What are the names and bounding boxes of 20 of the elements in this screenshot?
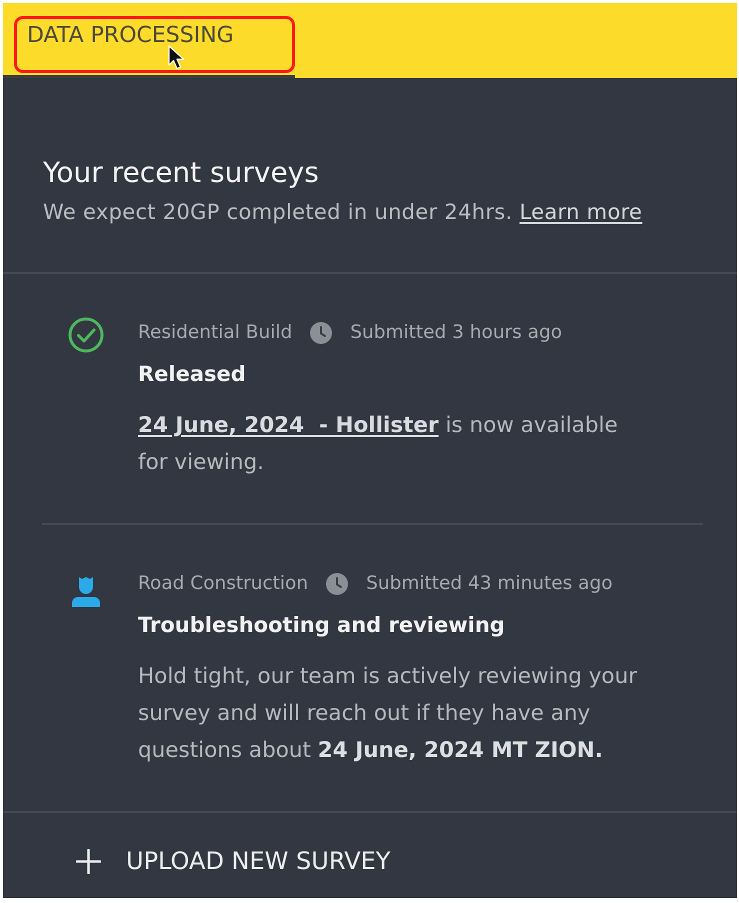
person-icon: [71, 577, 101, 607]
plus-icon: [76, 848, 101, 874]
clock-icon: [326, 573, 348, 595]
submitted-time: Submitted 3 hours ago: [350, 321, 562, 345]
survey-message: 24 June, 2024 - Hollister is now available for viewing.: [138, 412, 619, 477]
check-circle-icon: [68, 317, 104, 353]
survey-message: Hold tight, our team is actively reviewing your survey and will reach out if they have any questions about 24 June, 2024 MT ZION.: [138, 663, 638, 765]
upload-survey-button[interactable]: UPLOAD NEW SURVEY: [76, 846, 390, 876]
mouse-pointer-icon: [168, 45, 185, 70]
survey-category: Residential Build: [138, 321, 292, 345]
section-subtitle: We expect 20GP completed in under 24hrs. Learn more: [43, 199, 644, 226]
submitted-time: Submitted 43 minutes ago: [366, 572, 613, 596]
learn-more-link[interactable]: Learn more: [520, 200, 642, 224]
survey-status: Released: [138, 361, 247, 388]
survey-link[interactable]: 24 June, 2024 - Hollister: [138, 413, 439, 438]
clock-icon: [310, 322, 332, 344]
survey-category: Road Construction: [138, 572, 308, 596]
survey-status: Troubleshooting and reviewing: [138, 612, 506, 639]
section-title: Your recent surveys: [43, 156, 320, 190]
tab[interactable]: DATA PROCESSING: [14, 16, 295, 73]
